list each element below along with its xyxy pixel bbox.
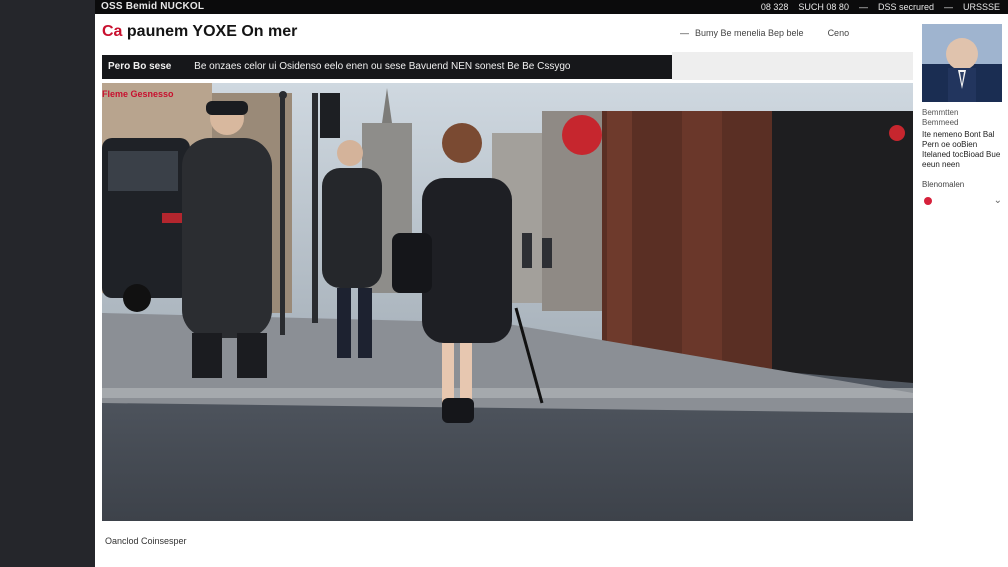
news-page: OSS Bemid NUCKOL 08 328 SUCH 08 80 — DSS… [95, 0, 1008, 567]
red-dot-icon [924, 197, 932, 205]
top-nav-separator: — [943, 2, 953, 12]
top-nav-item[interactable]: SUCH 08 80 [798, 0, 849, 14]
header-link-ceno[interactable]: Ceno [828, 28, 850, 38]
top-nav-separator: — [858, 2, 868, 12]
sidebar-meta-line: Bemmeed [922, 118, 959, 127]
page-title-rest: paunem YOXE On mer [126, 23, 298, 40]
street-scene-illustration [102, 83, 913, 521]
sidebar-link[interactable]: Blenomalen [922, 180, 964, 189]
browser-left-gutter [0, 0, 95, 567]
photo-caption: Oanclod Coinsesper [105, 536, 187, 546]
sidebar-meta: Bemmtten Bemmeed [922, 108, 958, 128]
top-nav-item[interactable]: 08 328 [761, 0, 789, 14]
top-bar: OSS Bemid NUCKOL 08 328 SUCH 08 80 — DSS… [95, 0, 1008, 14]
chevron-down-icon[interactable]: ⌄ [994, 195, 1002, 206]
page-title: Ca paunem YOXE On mer [102, 23, 297, 41]
header-links: — Bumy Be menelia Bep bele Ceno [680, 28, 849, 38]
main-article-photo[interactable] [102, 83, 913, 521]
right-sidebar: Bemmtten Bemmeed Ite nemeno Bont Bal Per… [920, 20, 1005, 260]
top-nav-item[interactable]: URSSSE [963, 0, 1000, 14]
sidebar-icons: ⌄ [922, 195, 1004, 207]
sidebar-photo[interactable] [922, 24, 1002, 102]
top-nav: 08 328 SUCH 08 80 — DSS secrured — URSSS… [761, 0, 1000, 14]
ticker-text: Be onzaes celor ui Osidenso eelo enen ou… [194, 61, 571, 72]
ticker-right-panel [672, 52, 913, 80]
news-ticker[interactable]: Pero Bo sese Be onzaes celor ui Osidenso… [102, 55, 672, 79]
sidebar-story-text[interactable]: Ite nemeno Bont Bal Pern oe ooBien Itela… [922, 130, 1004, 170]
header-link-bumy[interactable]: — Bumy Be menelia Bep bele [680, 28, 804, 38]
portrait-illustration [922, 24, 1002, 102]
sidebar-meta-line: Bemmtten [922, 108, 959, 117]
site-brand[interactable]: OSS Bemid NUCKOL [101, 0, 204, 14]
page-title-accent: Ca [102, 23, 123, 40]
top-nav-item[interactable]: DSS secrured [878, 0, 934, 14]
ticker-label: Pero Bo sese [108, 61, 172, 72]
section-label[interactable]: Fleme Gesnesso [102, 89, 174, 99]
